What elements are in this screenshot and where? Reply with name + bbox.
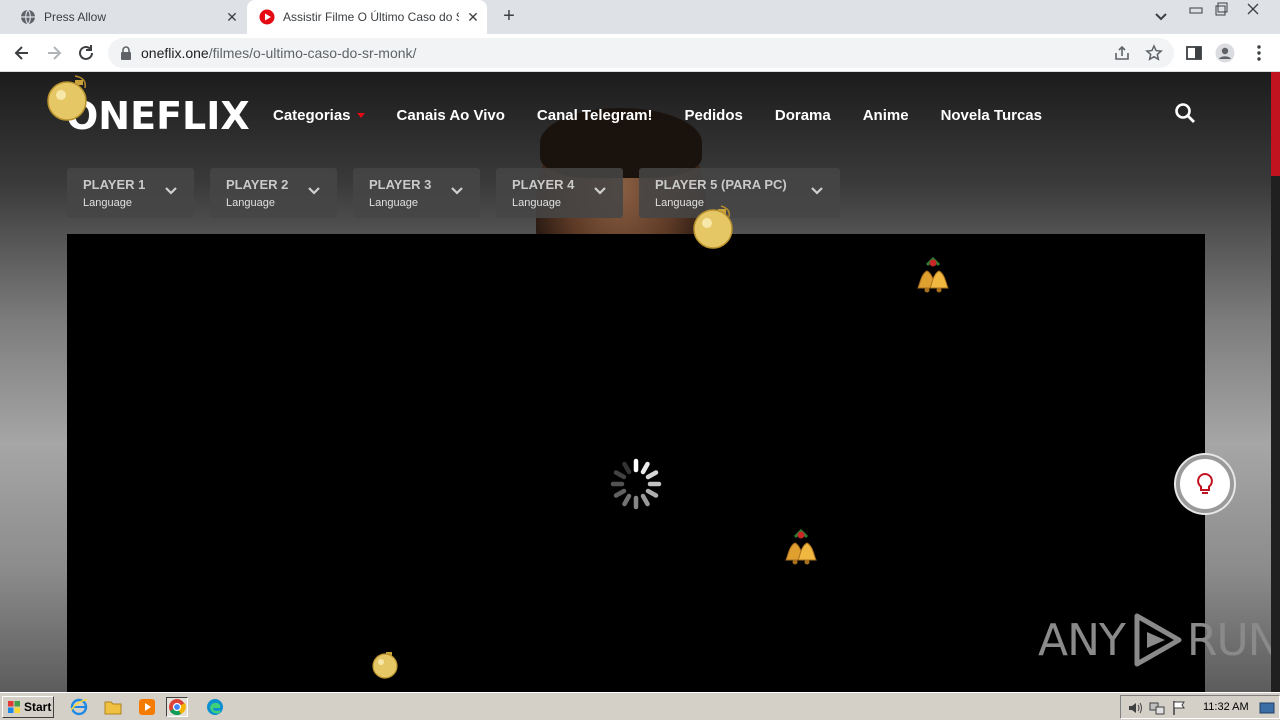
chevron-down-icon — [594, 187, 606, 195]
chevron-down-icon — [811, 187, 823, 195]
volume-icon[interactable] — [1127, 700, 1143, 716]
share-icon[interactable] — [1113, 44, 1131, 62]
address-bar[interactable]: oneflix.one/filmes/o-ultimo-caso-do-sr-m… — [108, 38, 1174, 68]
chevron-down-icon — [451, 187, 463, 195]
tab-title: Press Allow — [44, 10, 107, 24]
site-logo[interactable]: ONEFLIX — [66, 94, 250, 138]
url-path: /filmes/o-ultimo-caso-do-sr-monk/ — [208, 45, 417, 61]
nav-item-anime[interactable]: Anime — [863, 104, 909, 126]
system-tray: 11:32 AM — [1120, 695, 1280, 719]
bookmark-star-icon[interactable] — [1145, 44, 1163, 62]
player-name: PLAYER 3 — [369, 177, 432, 192]
globe-icon — [21, 9, 35, 25]
play-icon — [259, 9, 275, 25]
browser-tab-oneflix[interactable]: Assistir Filme O Último Caso do Sr. Monk… — [247, 0, 487, 34]
browser-toolbar: oneflix.one/filmes/o-ultimo-caso-do-sr-m… — [0, 34, 1280, 72]
nav-item-novela-turcas[interactable]: Novela Turcas — [941, 104, 1042, 126]
tab-search-chevron-icon[interactable] — [1151, 8, 1171, 26]
action-center-flag-icon[interactable] — [1171, 700, 1187, 716]
main-nav: Categorias Canais Ao Vivo Canal Telegram… — [273, 104, 1074, 126]
nav-item-canal-telegram[interactable]: Canal Telegram! — [537, 104, 653, 126]
player-4-tab[interactable]: PLAYER 4 Language — [496, 168, 623, 218]
watermark-text-right: RUN — [1186, 614, 1280, 666]
player-name: PLAYER 1 — [83, 177, 146, 192]
close-tab-icon[interactable]: ✕ — [459, 9, 487, 26]
reload-icon[interactable] — [76, 43, 96, 63]
player-1-tab[interactable]: PLAYER 1 Language — [67, 168, 194, 218]
tab-title: Assistir Filme O Último Caso do Sr. Monk — [283, 10, 459, 24]
nav-item-pedidos[interactable]: Pedidos — [685, 104, 743, 126]
player-2-tab[interactable]: PLAYER 2 Language — [210, 168, 337, 218]
nav-item-canais-ao-vivo[interactable]: Canais Ao Vivo — [397, 104, 505, 126]
explorer-icon[interactable] — [102, 697, 124, 717]
windows-taskbar: Start 11:32 AM — [0, 692, 1280, 720]
player-5-tab[interactable]: PLAYER 5 (PARA PC) Language — [639, 168, 840, 218]
player-name: PLAYER 4 — [512, 177, 575, 192]
url-host: oneflix.one — [141, 45, 209, 61]
close-tab-icon[interactable]: ✕ — [218, 9, 246, 26]
start-button[interactable]: Start — [2, 696, 54, 718]
ie-icon[interactable] — [68, 697, 90, 717]
restore-icon[interactable] — [1212, 2, 1230, 16]
profile-avatar-icon[interactable] — [1215, 43, 1235, 63]
taskbar-clock[interactable]: 11:32 AM — [1203, 701, 1249, 713]
player-language: Language — [83, 197, 132, 209]
page-viewport: ONEFLIX Categorias Canais Ao Vivo Canal … — [0, 72, 1280, 692]
christmas-ornament-icon — [372, 652, 398, 679]
nav-label: Categorias — [273, 106, 351, 124]
christmas-ornament-icon — [693, 205, 733, 249]
lightbulb-icon — [1197, 472, 1213, 494]
video-player[interactable] — [67, 234, 1205, 692]
nav-item-dorama[interactable]: Dorama — [775, 104, 831, 126]
dropdown-caret-icon — [356, 112, 365, 118]
forward-icon[interactable] — [44, 43, 64, 63]
player-language: Language — [369, 197, 418, 209]
nav-item-categorias[interactable]: Categorias — [273, 104, 365, 126]
player-language: Language — [226, 197, 275, 209]
show-desktop-icon[interactable] — [1259, 700, 1275, 716]
watermark-text-left: ANY — [1038, 614, 1126, 666]
chevron-down-icon — [308, 187, 320, 195]
windows-flag-icon — [8, 701, 20, 713]
christmas-bells-icon — [917, 256, 949, 293]
loading-spinner-icon — [610, 458, 662, 510]
start-label: Start — [24, 700, 52, 714]
light-toggle-button[interactable] — [1176, 455, 1234, 513]
anyrun-watermark: ANY RUN — [1038, 610, 1280, 670]
new-tab-button[interactable]: + — [499, 6, 519, 26]
browser-tab-press-allow[interactable]: Press Allow ✕ — [8, 0, 246, 34]
lock-icon[interactable] — [120, 46, 132, 60]
minimize-icon[interactable] — [1187, 2, 1205, 16]
browser-tab-strip: Press Allow ✕ Assistir Filme O Último Ca… — [0, 0, 1280, 34]
back-icon[interactable] — [12, 43, 32, 63]
player-language: Language — [512, 197, 561, 209]
player-3-tab[interactable]: PLAYER 3 Language — [353, 168, 480, 218]
side-panel-icon[interactable] — [1184, 43, 1204, 63]
close-window-icon[interactable] — [1244, 2, 1262, 16]
url-text: oneflix.one/filmes/o-ultimo-caso-do-sr-m… — [141, 45, 416, 61]
network-icon[interactable] — [1149, 700, 1165, 716]
edge-icon[interactable] — [204, 697, 226, 717]
chrome-icon[interactable] — [166, 697, 188, 717]
player-name: PLAYER 5 (PARA PC) — [655, 177, 787, 192]
search-icon[interactable] — [1174, 102, 1196, 124]
player-name: PLAYER 2 — [226, 177, 289, 192]
media-player-icon[interactable] — [136, 697, 158, 717]
christmas-ornament-icon — [47, 75, 87, 121]
menu-dots-icon[interactable] — [1249, 43, 1269, 63]
page-scrollbar[interactable] — [1271, 72, 1280, 692]
scrollbar-thumb[interactable] — [1271, 72, 1280, 176]
chevron-down-icon — [165, 187, 177, 195]
play-triangle-logo-icon — [1134, 613, 1182, 667]
christmas-bells-icon — [785, 528, 817, 565]
